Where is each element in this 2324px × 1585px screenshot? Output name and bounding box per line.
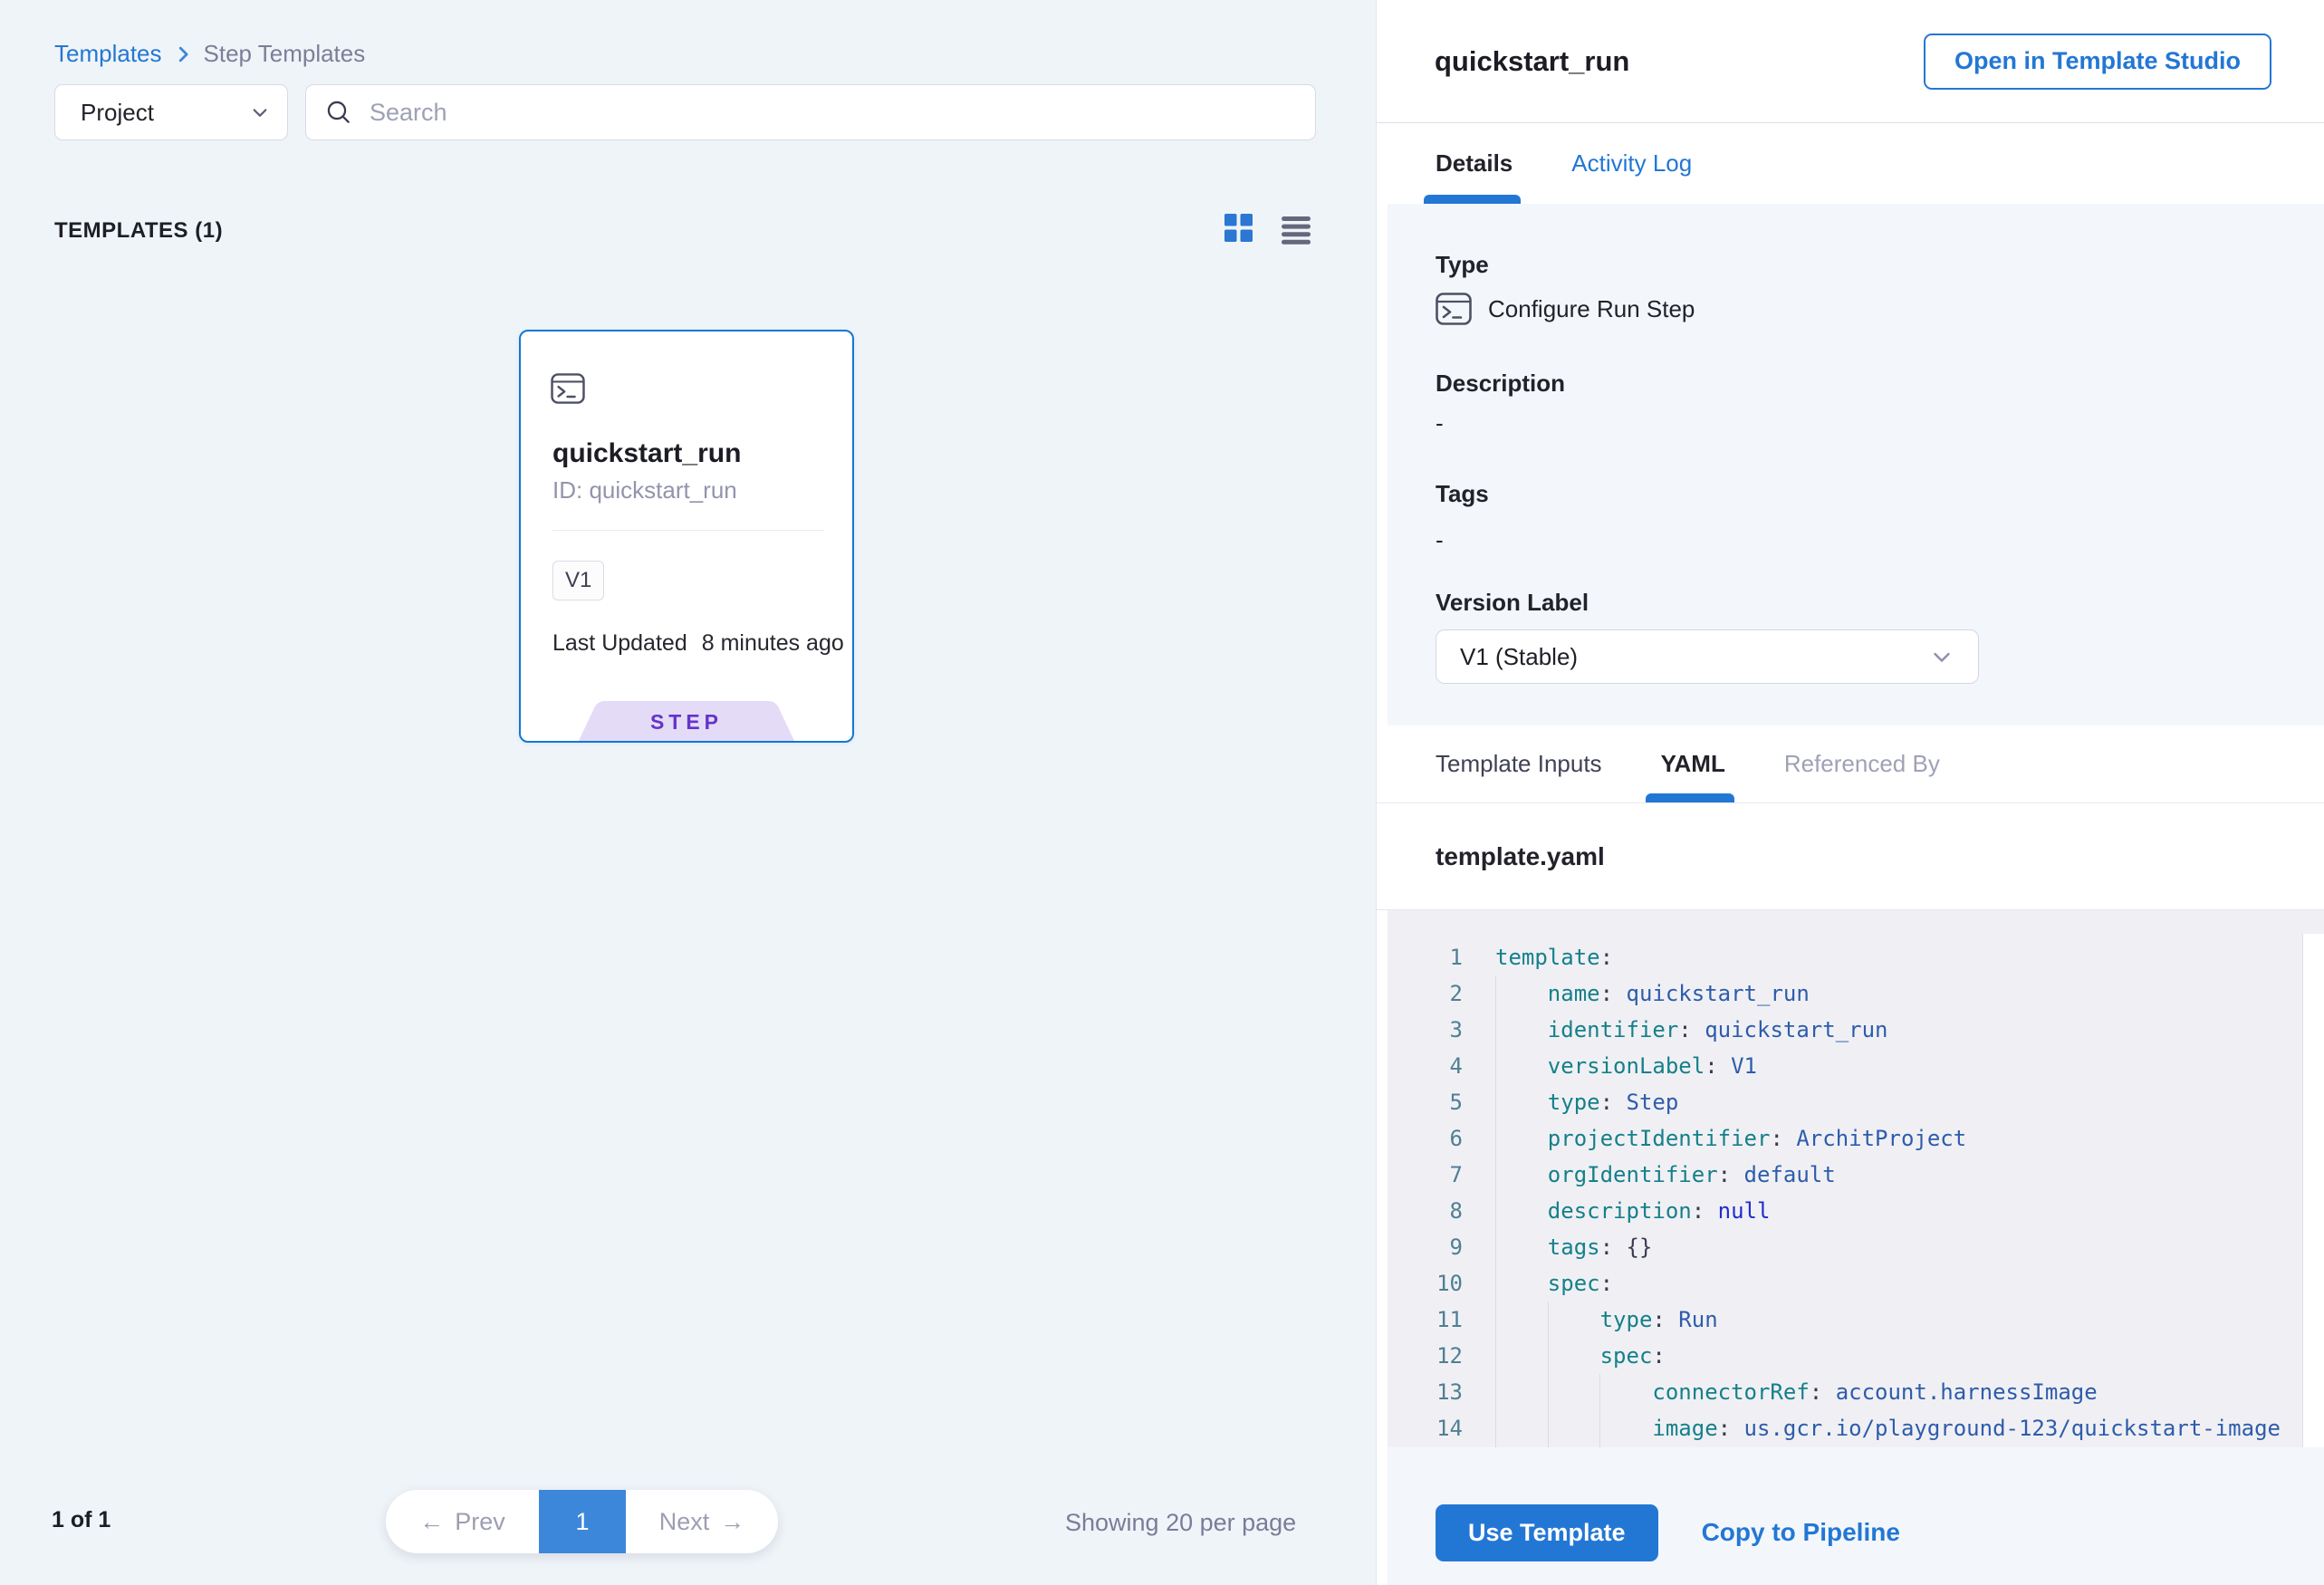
prev-page-label: Prev <box>455 1508 505 1536</box>
page-1-button[interactable]: 1 <box>539 1490 626 1553</box>
version-label: Version Label <box>1436 589 2324 617</box>
description-value: - <box>1436 409 2324 437</box>
yaml-tab-bar: Template Inputs YAML Referenced By <box>1377 725 2324 803</box>
chevron-down-icon <box>251 103 269 121</box>
card-divider <box>552 530 824 531</box>
type-label: Type <box>1436 251 2324 279</box>
yaml-line: 3 identifier: quickstart_run <box>1388 1012 2324 1048</box>
yaml-file-name: template.yaml <box>1436 842 1605 871</box>
search-icon <box>324 98 353 127</box>
yaml-line: 14 image: us.gcr.io/playground-123/quick… <box>1388 1410 2324 1446</box>
tab-yaml[interactable]: YAML <box>1661 750 1725 778</box>
yaml-line: 8 description: null <box>1388 1193 2324 1229</box>
step-type-ribbon: STEP <box>578 701 795 743</box>
details-section: Type Configure Run Step Description - Ta… <box>1388 204 2324 725</box>
version-select-value: V1 (Stable) <box>1460 643 1931 671</box>
tags-value: - <box>1436 526 2324 554</box>
templates-page: Templates Step Templates Project TEMPLAT… <box>0 0 2324 1585</box>
description-label: Description <box>1436 370 2324 398</box>
yaml-file-header: template.yaml <box>1377 803 2324 910</box>
yaml-line: 11 type: Run <box>1388 1302 2324 1338</box>
templates-count-header: TEMPLATES (1) <box>54 218 223 244</box>
template-details-drawer: quickstart_run Open in Template Studio D… <box>1377 0 2324 1585</box>
use-template-button[interactable]: Use Template <box>1436 1504 1658 1561</box>
tab-activity-log[interactable]: Activity Log <box>1571 149 1692 178</box>
yaml-line: 6 projectIdentifier: ArchitProject <box>1388 1120 2324 1157</box>
pagination-range-summary: 1 of 1 <box>52 1507 110 1533</box>
drawer-header: quickstart_run Open in Template Studio <box>1377 0 2324 123</box>
last-updated-row: Last Updated 8 minutes ago <box>552 630 844 657</box>
scope-select-value: Project <box>81 99 251 127</box>
pagination: ← Prev 1 Next → <box>386 1490 778 1553</box>
editor-scrollbar[interactable] <box>2302 934 2324 1447</box>
grid-view-icon[interactable] <box>1224 214 1253 242</box>
chevron-right-icon <box>173 44 193 64</box>
yaml-line: 2 name: quickstart_run <box>1388 975 2324 1012</box>
breadcrumb-current: Step Templates <box>204 40 366 68</box>
type-value: Configure Run Step <box>1488 295 1695 323</box>
drawer-title: quickstart_run <box>1435 45 1924 78</box>
prev-page-button[interactable]: ← Prev <box>386 1490 539 1553</box>
template-card[interactable]: quickstart_run ID: quickstart_run V1 Las… <box>519 330 854 743</box>
card-template-id: ID: quickstart_run <box>552 476 737 504</box>
yaml-code-lines: 1template:2 name: quickstart_run3 identi… <box>1388 910 2324 1446</box>
tags-label: Tags <box>1436 480 2324 508</box>
list-view-icon[interactable] <box>1282 216 1311 245</box>
yaml-line: 1template: <box>1388 939 2324 975</box>
search-input[interactable] <box>370 99 1297 127</box>
template-list-panel: Templates Step Templates Project TEMPLAT… <box>0 0 1377 1585</box>
card-template-name: quickstart_run <box>552 438 741 469</box>
arrow-left-icon: ← <box>419 1508 444 1536</box>
scope-select[interactable]: Project <box>54 84 288 140</box>
next-page-button[interactable]: Next → <box>626 1490 778 1553</box>
tab-template-inputs[interactable]: Template Inputs <box>1436 750 1602 778</box>
yaml-line: 4 versionLabel: V1 <box>1388 1048 2324 1084</box>
breadcrumb-templates-link[interactable]: Templates <box>54 40 162 68</box>
version-select[interactable]: V1 (Stable) <box>1436 629 1979 684</box>
tab-referenced-by[interactable]: Referenced By <box>1784 750 1940 778</box>
active-tab-indicator <box>1646 793 1734 802</box>
yaml-editor[interactable]: 1template:2 name: quickstart_run3 identi… <box>1388 910 2324 1447</box>
breadcrumb: Templates Step Templates <box>54 40 365 68</box>
type-value-row: Configure Run Step <box>1436 293 2324 325</box>
active-tab-indicator <box>1424 195 1521 204</box>
version-badge: V1 <box>552 561 604 600</box>
yaml-line: 9 tags: {} <box>1388 1229 2324 1265</box>
step-type-ribbon-label: STEP <box>578 710 795 735</box>
yaml-line: 7 orgIdentifier: default <box>1388 1157 2324 1193</box>
open-in-template-studio-button[interactable]: Open in Template Studio <box>1924 34 2271 90</box>
yaml-line: 12 spec: <box>1388 1338 2324 1374</box>
drawer-footer: Use Template Copy to Pipeline <box>1388 1447 2324 1585</box>
yaml-line: 5 type: Step <box>1388 1084 2324 1120</box>
yaml-line: 10 spec: <box>1388 1265 2324 1302</box>
tab-details[interactable]: Details <box>1436 149 1513 178</box>
yaml-line: 13 connectorRef: account.harnessImage <box>1388 1374 2324 1410</box>
copy-to-pipeline-link[interactable]: Copy to Pipeline <box>1702 1518 1900 1547</box>
run-step-icon <box>551 373 585 404</box>
details-tab-bar: Details Activity Log <box>1377 123 2324 204</box>
run-step-icon <box>1436 293 1472 325</box>
page-size-summary: Showing 20 per page <box>1065 1509 1296 1537</box>
arrow-right-icon: → <box>720 1508 744 1536</box>
chevron-down-icon <box>1931 646 1953 668</box>
search-field[interactable] <box>305 84 1316 140</box>
last-updated-label: Last Updated <box>552 630 687 656</box>
last-updated-value: 8 minutes ago <box>702 630 844 656</box>
next-page-label: Next <box>659 1508 710 1536</box>
